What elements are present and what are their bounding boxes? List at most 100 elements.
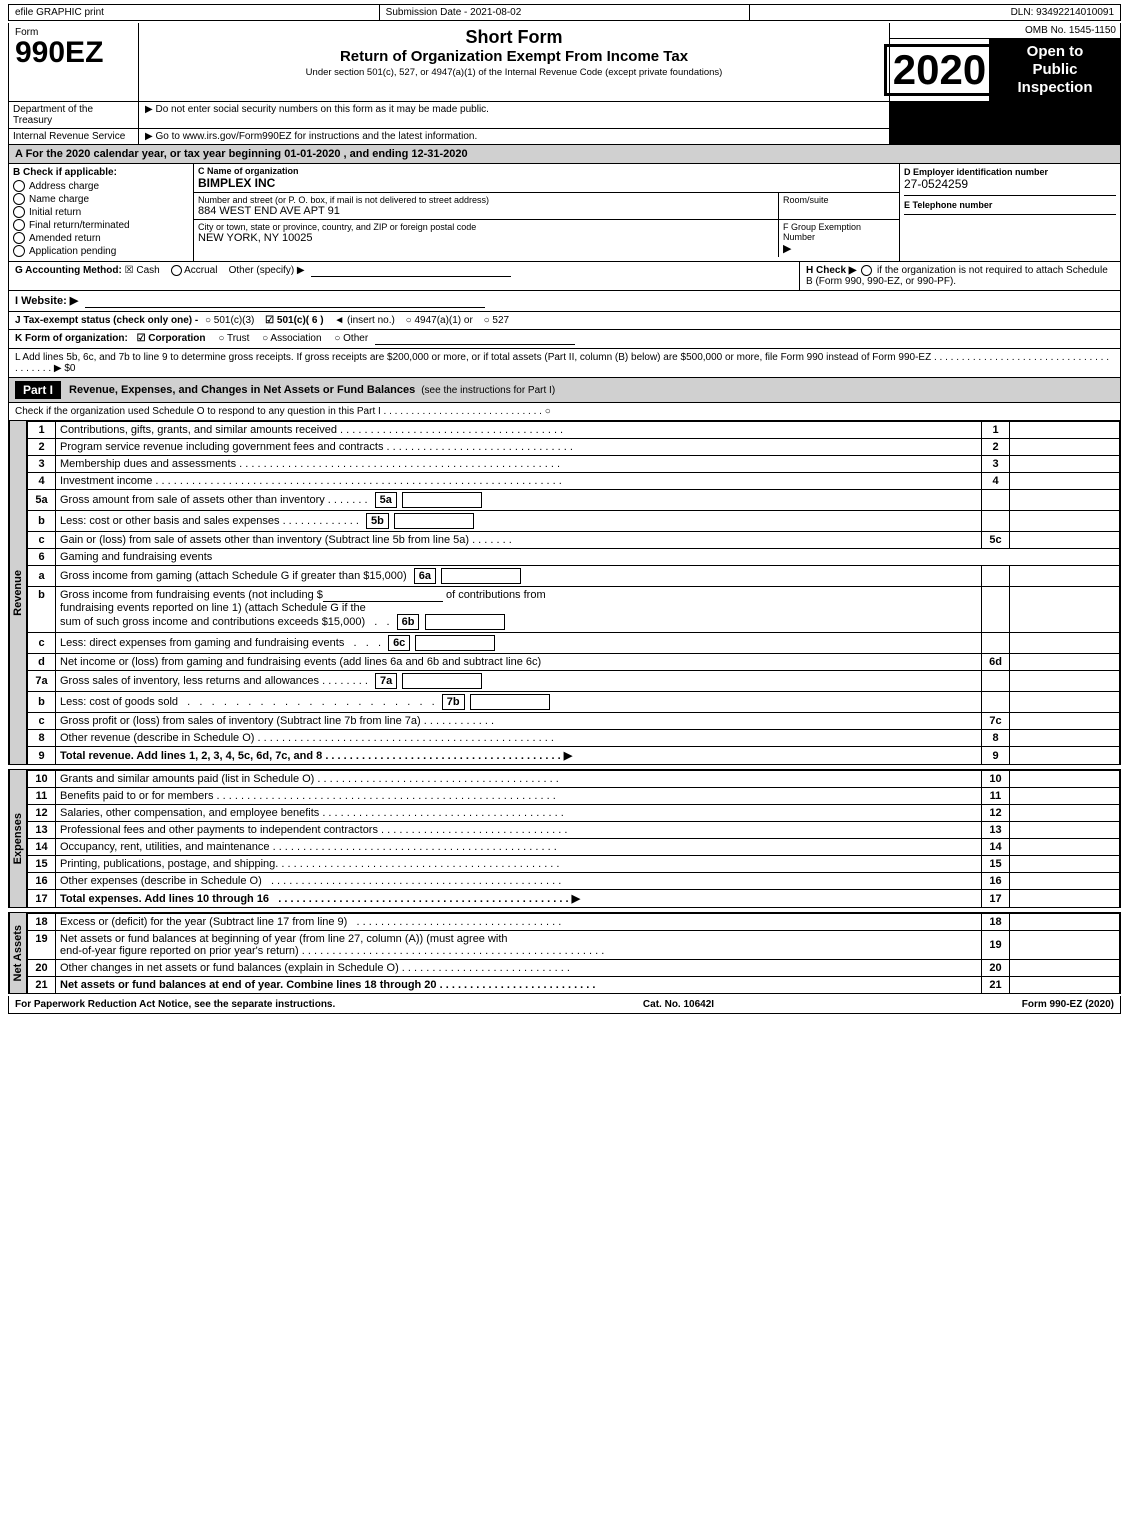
line-17-label: 17: [982, 890, 1010, 908]
j-label: J Tax-exempt status (check only one) -: [15, 315, 198, 326]
line-5b-label: [982, 511, 1010, 532]
net-row-20: 20 Other changes in net assets or fund b…: [28, 960, 1120, 977]
revenue-row-5a: 5a Gross amount from sale of assets othe…: [28, 490, 1120, 511]
net-row-19: 19 Net assets or fund balances at beginn…: [28, 931, 1120, 960]
submission-date: Submission Date - 2021-08-02: [380, 5, 751, 20]
net-row-21: 21 Net assets or fund balances at end of…: [28, 977, 1120, 994]
line-14-label: 14: [982, 839, 1010, 856]
g-accrual-label: Accrual: [184, 265, 217, 276]
line-4-num: 4: [28, 473, 56, 490]
line-7c-value: [1010, 713, 1120, 730]
ein-label: D Employer identification number: [904, 167, 1116, 177]
revenue-side-label: Revenue: [9, 421, 27, 765]
revenue-label: Revenue: [12, 570, 24, 616]
tax-status-row: J Tax-exempt status (check only one) - ○…: [8, 312, 1121, 330]
line-3-desc: Membership dues and assessments . . . . …: [56, 456, 982, 473]
website-label: I Website: ▶: [15, 295, 78, 307]
exp-row-10: 10 Grants and similar amounts paid (list…: [28, 771, 1120, 788]
line-20-label: 20: [982, 960, 1010, 977]
line-6a-num: a: [28, 566, 56, 587]
line-6c-value: [1010, 633, 1120, 654]
line-19-num: 19: [28, 931, 56, 960]
omb-number: OMB No. 1545-1150: [890, 23, 1120, 39]
line-11-label: 11: [982, 788, 1010, 805]
line-15-num: 15: [28, 856, 56, 873]
address-change-label: Address charge: [29, 181, 99, 192]
efile-label: efile GRAPHIC print: [9, 5, 380, 20]
app-pending-label: Application pending: [29, 246, 116, 257]
line-9-num: 9: [28, 747, 56, 765]
initial-return-circle[interactable]: [13, 206, 25, 218]
line-6d-label: 6d: [982, 654, 1010, 671]
line-3-value: [1010, 456, 1120, 473]
address-change-circle[interactable]: [13, 180, 25, 192]
line-14-value: [1010, 839, 1120, 856]
j-501c3: ○ 501(c)(3): [205, 315, 254, 326]
line-12-value: [1010, 805, 1120, 822]
section-c: C Name of organization BIMPLEX INC Numbe…: [194, 164, 900, 261]
line-11-value: [1010, 788, 1120, 805]
line-15-desc: Printing, publications, postage, and shi…: [56, 856, 982, 873]
line-8-desc: Other revenue (describe in Schedule O) .…: [56, 730, 982, 747]
line-6b-value: [1010, 587, 1120, 633]
room-label: Room/suite: [783, 195, 895, 205]
line-5a-label: [982, 490, 1010, 511]
line-7b-label: [982, 692, 1010, 713]
check-initial-return: Initial return: [13, 206, 189, 218]
check-final-return: Final return/terminated: [13, 219, 189, 231]
final-return-circle[interactable]: [13, 219, 25, 231]
org-name-label: C Name of organization: [198, 166, 895, 176]
line-9-value: [1010, 747, 1120, 765]
net-assets-label: Net Assets: [12, 925, 24, 981]
k-corp-checked: ☑ Corporation: [137, 333, 206, 344]
schedule-o-check: Check if the organization used Schedule …: [8, 403, 1121, 421]
app-pending-circle[interactable]: [13, 245, 25, 257]
bcd-section: B Check if applicable: Address charge Na…: [8, 164, 1121, 262]
amended-return-circle[interactable]: [13, 232, 25, 244]
revenue-row-4: 4 Investment income . . . . . . . . . . …: [28, 473, 1120, 490]
line-13-num: 13: [28, 822, 56, 839]
line-6d-value: [1010, 654, 1120, 671]
k-label: K Form of organization:: [15, 333, 128, 344]
k-trust: ○ Trust: [218, 333, 249, 344]
dln: DLN: 93492214010091: [750, 5, 1120, 20]
revenue-section-wrapper: Revenue 1 Contributions, gifts, grants, …: [8, 421, 1121, 765]
line-20-value: [1010, 960, 1120, 977]
line-17-value: [1010, 890, 1120, 908]
city-cell: City or town, state or province, country…: [194, 220, 779, 257]
line-5c-label: 5c: [982, 532, 1010, 549]
line-7b-value: [1010, 692, 1120, 713]
line-19-desc: Net assets or fund balances at beginning…: [56, 931, 982, 960]
line-7b-desc: Less: cost of goods sold . . . . . . . .…: [56, 692, 982, 713]
g-accrual-circle[interactable]: [171, 265, 182, 276]
h-circle[interactable]: [861, 265, 872, 276]
line-6-desc: Gaming and fundraising events: [56, 549, 1120, 566]
line-18-value: [1010, 914, 1120, 931]
line-6c-desc: Less: direct expenses from gaming and fu…: [56, 633, 982, 654]
efile-text: efile GRAPHIC print: [15, 7, 104, 18]
footer-left: For Paperwork Reduction Act Notice, see …: [15, 999, 335, 1010]
g-label: G Accounting Method:: [15, 265, 122, 276]
line-19-label: 19: [982, 931, 1010, 960]
note2-text: ▶ Go to www.irs.gov/Form990EZ for instru…: [145, 131, 477, 142]
ein-value: 27-0524259: [904, 177, 1116, 191]
line-1-desc: Contributions, gifts, grants, and simila…: [56, 422, 982, 439]
line-6a-desc: Gross income from gaming (attach Schedul…: [56, 566, 982, 587]
net-assets-section-wrapper: Net Assets 18 Excess or (deficit) for th…: [8, 912, 1121, 994]
line-6-num: 6: [28, 549, 56, 566]
city-row: City or town, state or province, country…: [194, 220, 899, 257]
line-3-label: 3: [982, 456, 1010, 473]
short-form-title: Short Form: [143, 27, 885, 48]
line-6a-value: [1010, 566, 1120, 587]
line-11-desc: Benefits paid to or for members . . . . …: [56, 788, 982, 805]
line-21-label: 21: [982, 977, 1010, 994]
ein-section: D Employer identification number 27-0524…: [904, 167, 1116, 196]
h-label: H Check ▶: [806, 265, 856, 276]
line-7c-desc: Gross profit or (loss) from sales of inv…: [56, 713, 982, 730]
street-cell: Number and street (or P. O. box, if mail…: [194, 193, 779, 219]
line-5c-desc: Gain or (loss) from sale of assets other…: [56, 532, 982, 549]
check-address-change: Address charge: [13, 180, 189, 192]
name-change-circle[interactable]: [13, 193, 25, 205]
line-1-num: 1: [28, 422, 56, 439]
part1-label: Part I: [15, 381, 61, 399]
